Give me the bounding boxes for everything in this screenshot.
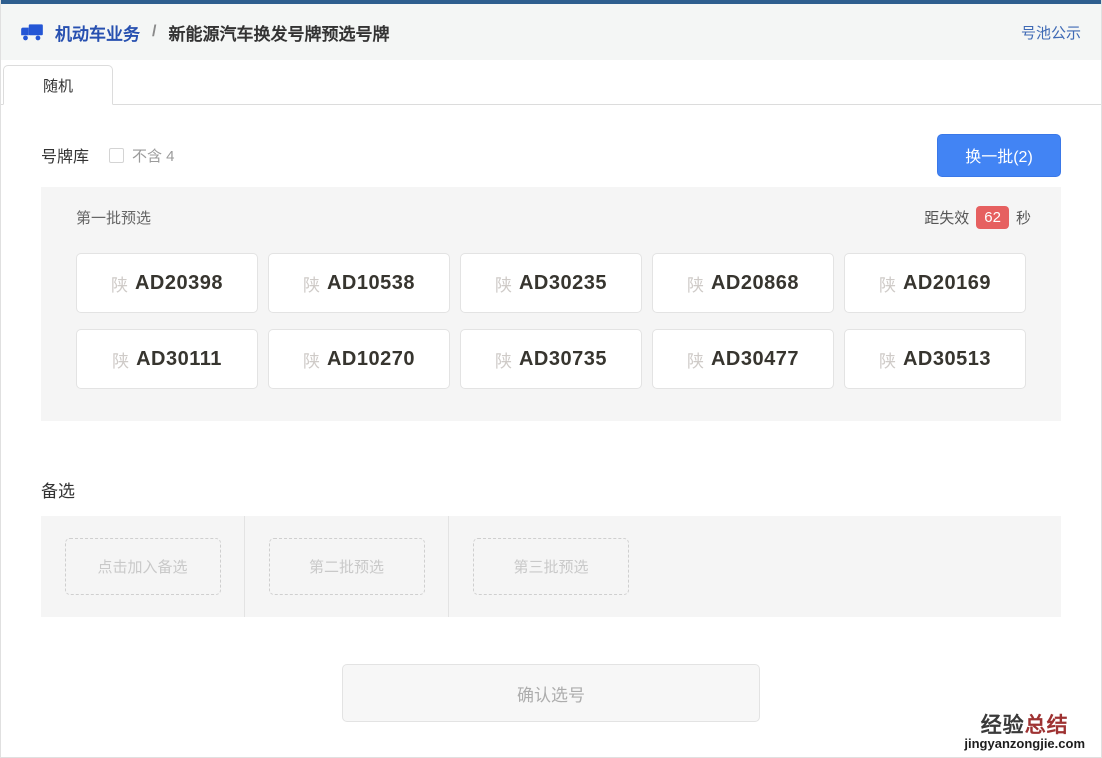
plate-number: AD30111 [136, 348, 222, 371]
plate-option[interactable]: 陕 AD30235 [460, 253, 642, 313]
plate-number: AD20169 [903, 272, 991, 295]
plate-number: AD20868 [711, 272, 799, 295]
backup-slot[interactable]: 第二批预选 [269, 538, 425, 595]
pool-label: 号牌库 [41, 143, 89, 167]
breadcrumb: 机动车业务 / 新能源汽车换发号牌预选号牌 [19, 19, 389, 45]
confirm-selection-button[interactable]: 确认选号 [342, 664, 760, 722]
breadcrumb-separator: / [152, 23, 156, 41]
plate-option[interactable]: 陕 AD30111 [76, 329, 258, 389]
plate-province-prefix: 陕 [495, 271, 512, 296]
watermark-url: jingyanzongjie.com [964, 737, 1085, 751]
truck-icon [19, 19, 45, 45]
tab-strip: 随机 [1, 60, 1101, 105]
plate-number: AD30477 [711, 348, 799, 371]
confirm-row: 确认选号 [41, 664, 1061, 722]
plate-number: AD30235 [519, 272, 607, 295]
backup-section-title: 备选 [41, 477, 1061, 502]
tab-random[interactable]: 随机 [3, 65, 113, 105]
watermark-brand-red: 总结 [1025, 714, 1069, 737]
plate-number: AD30513 [903, 348, 991, 371]
watermark-brand: 经验总结 [964, 714, 1085, 737]
plate-number: AD10270 [327, 348, 415, 371]
plate-number: AD10538 [327, 272, 415, 295]
backup-slot-label: 点击加入备选 [97, 556, 187, 577]
exclude-4-checkbox[interactable] [109, 148, 124, 163]
first-batch-panel: 第一批预选 距失效 62 秒 陕 AD20398 陕 AD10538 陕 AD3… [41, 187, 1061, 421]
plate-province-prefix: 陕 [879, 271, 896, 296]
backup-slot[interactable]: 第三批预选 [473, 538, 629, 595]
watermark-brand-dark: 经验 [981, 714, 1025, 737]
plate-number: AD30735 [519, 348, 607, 371]
plate-option[interactable]: 陕 AD30477 [652, 329, 834, 389]
change-batch-button[interactable]: 换一批(2) [937, 134, 1061, 177]
expiry-countdown: 距失效 62 秒 [924, 206, 1031, 229]
page-title: 机动车业务 [55, 20, 140, 45]
page: 机动车业务 / 新能源汽车换发号牌预选号牌 号池公示 随机 号牌库 不含 4 换… [0, 0, 1102, 758]
plate-province-prefix: 陕 [303, 347, 320, 372]
plate-option[interactable]: 陕 AD20169 [844, 253, 1026, 313]
backup-slot-cell: 第三批预选 [449, 516, 653, 617]
plate-option[interactable]: 陕 AD20398 [76, 253, 258, 313]
expiry-seconds-badge: 62 [976, 206, 1009, 229]
expiry-prefix: 距失效 [924, 207, 969, 228]
watermark: 经验总结 jingyanzongjie.com [964, 714, 1085, 751]
plates-grid: 陕 AD20398 陕 AD10538 陕 AD30235 陕 AD20868 … [41, 229, 1061, 389]
expiry-suffix: 秒 [1016, 207, 1031, 228]
backup-slot-cell: 第二批预选 [245, 516, 449, 617]
plate-option[interactable]: 陕 AD30513 [844, 329, 1026, 389]
plate-province-prefix: 陕 [687, 347, 704, 372]
backup-slot-label: 第二批预选 [309, 556, 384, 577]
plate-province-prefix: 陕 [879, 347, 896, 372]
pool-publicity-link[interactable]: 号池公示 [1021, 22, 1081, 43]
page-subtitle: 新能源汽车换发号牌预选号牌 [168, 20, 389, 45]
batch-title: 第一批预选 [76, 207, 151, 228]
plate-option[interactable]: 陕 AD30735 [460, 329, 642, 389]
plate-province-prefix: 陕 [687, 271, 704, 296]
backup-panel: 点击加入备选 第二批预选 第三批预选 [41, 516, 1061, 617]
main-content: 号牌库 不含 4 换一批(2) 第一批预选 距失效 62 秒 陕 AD20398… [1, 105, 1101, 722]
backup-slot[interactable]: 点击加入备选 [65, 538, 221, 595]
exclude-4-option[interactable]: 不含 4 [109, 145, 175, 166]
plate-province-prefix: 陕 [495, 347, 512, 372]
header: 机动车业务 / 新能源汽车换发号牌预选号牌 号池公示 [1, 4, 1101, 60]
plate-number: AD20398 [135, 272, 223, 295]
plate-province-prefix: 陕 [111, 271, 128, 296]
plate-province-prefix: 陕 [303, 271, 320, 296]
batch-head-row: 第一批预选 距失效 62 秒 [41, 187, 1061, 229]
backup-slot-cell: 点击加入备选 [41, 516, 245, 617]
backup-slot-label: 第三批预选 [513, 556, 588, 577]
plate-option[interactable]: 陕 AD10538 [268, 253, 450, 313]
plate-option[interactable]: 陕 AD20868 [652, 253, 834, 313]
plate-option[interactable]: 陕 AD10270 [268, 329, 450, 389]
plate-province-prefix: 陕 [112, 347, 129, 372]
exclude-4-label: 不含 4 [132, 145, 175, 166]
pool-header-row: 号牌库 不含 4 换一批(2) [41, 133, 1061, 177]
